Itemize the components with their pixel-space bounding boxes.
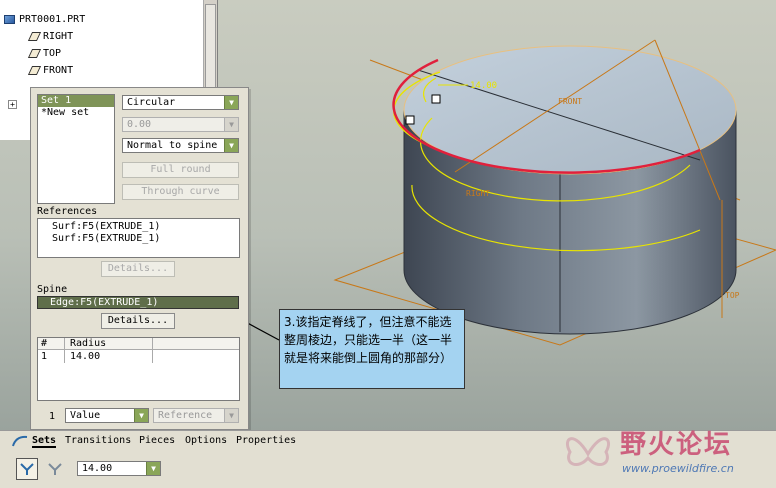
- full-round-button[interactable]: Full round: [122, 162, 239, 178]
- point-index: 1: [49, 411, 56, 422]
- tab-sets[interactable]: Sets: [32, 435, 57, 448]
- spine-details-button[interactable]: Details...: [101, 313, 175, 329]
- cross-section-select[interactable]: Normal to spine ▼: [122, 138, 239, 153]
- tree-expand-icon[interactable]: +: [8, 100, 17, 109]
- reference-item[interactable]: Surf:F5(EXTRUDE_1): [52, 233, 239, 245]
- datum-plane-icon: [27, 66, 42, 75]
- datum-plane-icon: [27, 49, 42, 58]
- chevron-down-icon: ▼: [146, 462, 160, 475]
- tree-item-label: FRONT: [43, 65, 74, 76]
- references-details-button[interactable]: Details...: [101, 261, 175, 277]
- radius-input[interactable]: 14.00 ▼: [77, 461, 161, 476]
- table-cell-radius[interactable]: 14.00: [70, 351, 100, 362]
- tab-options[interactable]: Options: [185, 435, 227, 446]
- tree-scroll-thumb[interactable]: [205, 4, 216, 94]
- tree-item-label: PRT0001.PRT: [19, 14, 86, 25]
- table-cell-index: 1: [41, 351, 48, 362]
- tab-pieces[interactable]: Pieces: [139, 435, 175, 446]
- chevron-down-icon: ▼: [224, 409, 238, 422]
- watermark-name: 野火论坛: [620, 430, 733, 460]
- reference-item[interactable]: Surf:F5(EXTRUDE_1): [52, 221, 239, 233]
- chevron-down-icon: ▼: [134, 409, 148, 422]
- tree-item-top[interactable]: TOP: [27, 48, 62, 59]
- tree-item-front[interactable]: FRONT: [27, 65, 74, 76]
- conic-value: 0.00: [127, 119, 152, 130]
- value-mode-value: Value: [70, 410, 101, 421]
- tab-transitions[interactable]: Transitions: [65, 435, 131, 446]
- table-row[interactable]: 1 14.00: [38, 351, 239, 363]
- chevron-down-icon: ▼: [224, 118, 238, 131]
- table-header-index: #: [41, 338, 48, 349]
- spine-collector[interactable]: Edge:F5(EXTRUDE_1): [37, 296, 239, 309]
- forum-watermark: 野火论坛 www.proewildfire.cn: [560, 418, 770, 486]
- radius-table[interactable]: # Radius 1 14.00: [37, 337, 240, 401]
- through-curve-button[interactable]: Through curve: [122, 184, 239, 200]
- tab-properties[interactable]: Properties: [236, 435, 296, 446]
- shape-type-value: Circular: [127, 97, 176, 108]
- radius-drag-handle: [431, 94, 441, 104]
- references-list[interactable]: Surf:F5(EXTRUDE_1) Surf:F5(EXTRUDE_1): [37, 218, 240, 258]
- tree-item-right[interactable]: RIGHT: [27, 31, 74, 42]
- set-list[interactable]: Set 1 *New set: [37, 94, 115, 204]
- chevron-down-icon: ▼: [224, 139, 238, 152]
- instruction-callout: 3.该指定脊线了，但注意不能选整周棱边，只能选一半（这一半就是将来能倒上圆角的那…: [279, 309, 465, 389]
- datum-label-front: FRONT: [558, 97, 582, 106]
- table-header-radius: Radius: [70, 338, 107, 349]
- value-mode-select[interactable]: Value ▼: [65, 408, 149, 423]
- datum-plane-icon: [27, 32, 42, 41]
- references-label: References: [37, 206, 98, 217]
- radius-dimension-label: 14.00: [470, 81, 497, 91]
- reference-mode-value: Reference: [158, 410, 213, 421]
- tree-item-part[interactable]: PRT0001.PRT: [4, 14, 85, 25]
- set-item-new[interactable]: *New set: [38, 107, 114, 119]
- radius-anchor-handle: [405, 115, 415, 125]
- reference-mode-select: Reference ▼: [153, 408, 239, 423]
- set-item-1[interactable]: Set 1: [38, 95, 114, 107]
- sets-tab-icon: [12, 435, 28, 447]
- radius-value: 14.00: [82, 463, 113, 474]
- spine-label: Spine: [37, 284, 68, 295]
- datum-label-right: RIGHT: [466, 189, 490, 198]
- conic-value-select: 0.00 ▼: [122, 117, 239, 132]
- datum-label-top: TOP: [725, 291, 740, 300]
- tree-item-label: TOP: [43, 48, 62, 59]
- butterfly-logo-icon: [565, 437, 611, 467]
- watermark-url: www.proewildfire.cn: [622, 462, 734, 475]
- cross-section-value: Normal to spine: [127, 140, 218, 151]
- tree-item-label: RIGHT: [43, 31, 74, 42]
- round-sets-panel: Set 1 *New set Circular ▼ 0.00 ▼ Normal …: [30, 87, 249, 430]
- round-set-mode-icon[interactable]: [16, 458, 38, 480]
- transition-mode-icon[interactable]: [44, 458, 66, 480]
- shape-type-select[interactable]: Circular ▼: [122, 95, 239, 110]
- part-icon: [4, 15, 15, 24]
- chevron-down-icon: ▼: [224, 96, 238, 109]
